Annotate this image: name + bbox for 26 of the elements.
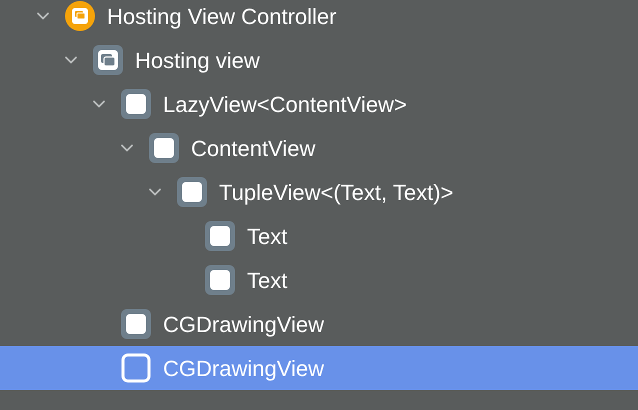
row-label: Text	[247, 266, 288, 294]
row-label: Hosting View Controller	[107, 2, 336, 31]
tree-row[interactable]: Text	[0, 258, 638, 302]
tree-row[interactable]: LazyView<ContentView>	[0, 82, 638, 126]
row-label: CGDrawingView	[163, 354, 324, 383]
window-icon	[65, 1, 95, 31]
tree-row[interactable]: Text	[0, 214, 638, 258]
row-label: CGDrawingView	[163, 310, 324, 339]
tree-row[interactable]: TupleView<(Text, Text)>	[0, 170, 638, 214]
tree-row[interactable]: CGDrawingView	[0, 302, 638, 346]
row-label: LazyView<ContentView>	[163, 90, 407, 119]
square-icon	[121, 309, 151, 339]
square-icon	[121, 89, 151, 119]
square-icon	[149, 133, 179, 163]
square-icon	[121, 353, 151, 383]
row-label: TupleView<(Text, Text)>	[219, 178, 454, 207]
square-icon	[205, 265, 235, 295]
row-label: Hosting view	[135, 46, 260, 75]
row-label: ContentView	[191, 134, 316, 162]
square-icon	[205, 221, 235, 251]
square-icon	[177, 177, 207, 207]
window-stack-icon	[93, 45, 123, 75]
tree-row[interactable]: Hosting view	[0, 38, 638, 82]
tree-row[interactable]: ContentView	[0, 126, 638, 170]
tree-row[interactable]: Hosting View Controller	[0, 0, 638, 38]
row-label: Text	[247, 222, 288, 250]
